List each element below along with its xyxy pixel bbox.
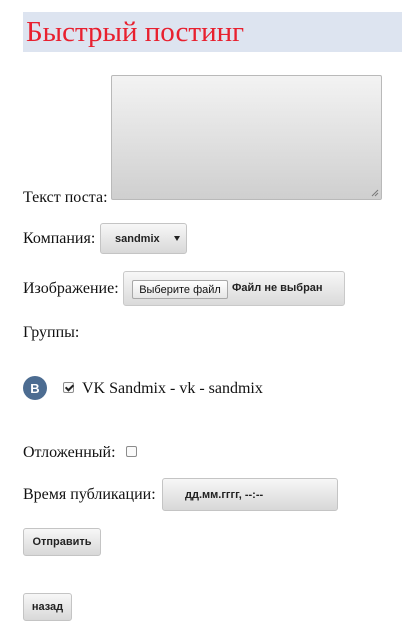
post-text-input[interactable] (111, 75, 382, 200)
file-status-text: Файл не выбран (232, 282, 323, 294)
post-text-label: Текст поста: (23, 189, 108, 206)
company-select[interactable]: sandmix (100, 223, 187, 254)
submit-button[interactable]: Отправить (23, 528, 101, 556)
group-label-vk-sandmix: VK Sandmix - vk - sandmix (82, 380, 263, 397)
resize-grip-icon[interactable] (371, 189, 379, 197)
groups-label: Группы: (23, 324, 80, 341)
chevron-down-icon (174, 236, 180, 241)
vk-icon: В (23, 376, 47, 400)
image-label: Изображение: (23, 280, 119, 297)
group-checkbox-vk-sandmix[interactable] (63, 382, 74, 393)
company-select-value: sandmix (115, 232, 160, 245)
publish-time-input[interactable]: дд.мм.гггг, --:-- (162, 478, 338, 511)
company-label: Компания: (23, 230, 96, 247)
image-file-input[interactable]: Выберите файл Файл не выбран (123, 271, 345, 306)
choose-file-button[interactable]: Выберите файл (132, 280, 228, 299)
back-button[interactable]: назад (23, 593, 72, 621)
page-title: Быстрый постинг (26, 16, 245, 48)
header-bar: Быстрый постинг (23, 12, 402, 52)
deferred-label: Отложенный: (23, 444, 116, 461)
deferred-checkbox[interactable] (126, 446, 137, 457)
publish-time-label: Время публикации: (23, 486, 156, 503)
